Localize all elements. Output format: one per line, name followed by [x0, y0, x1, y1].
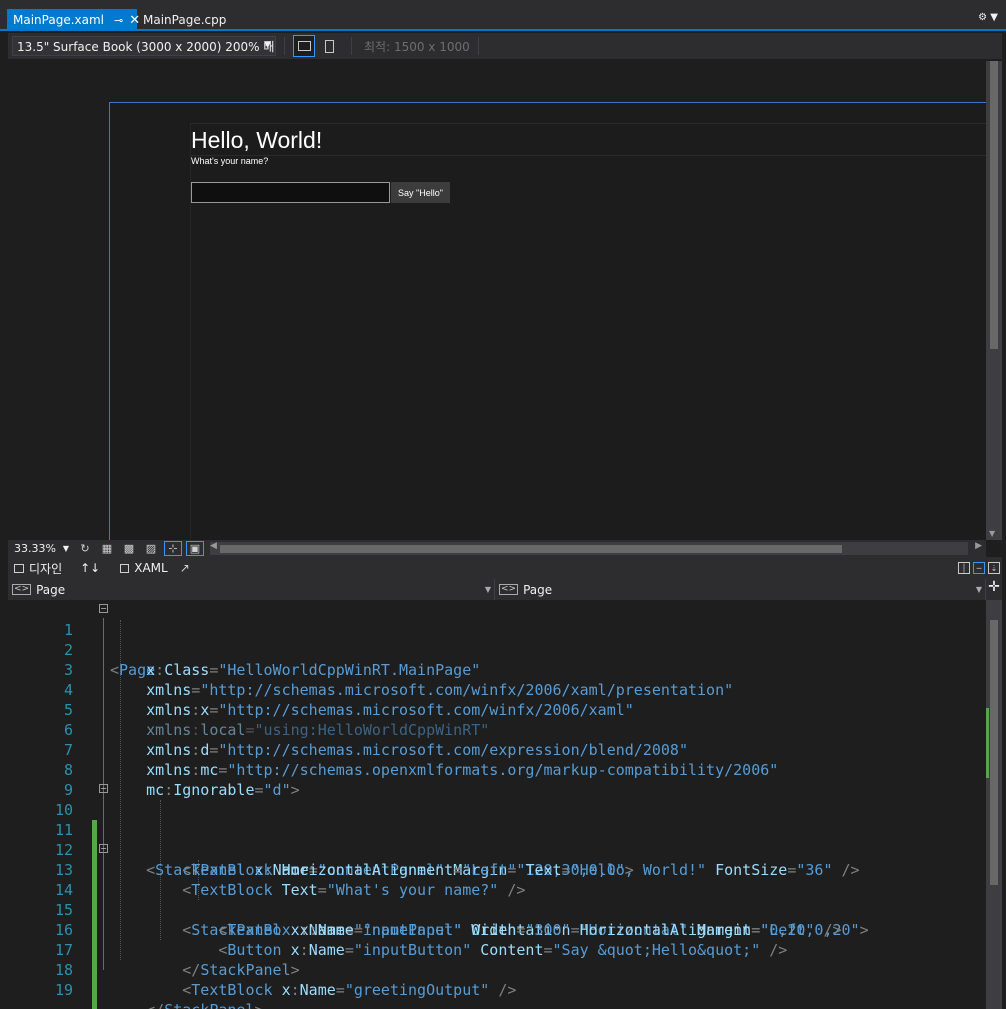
- design-horizontal-scrollbar[interactable]: ◀ ▶: [210, 541, 982, 555]
- landscape-button[interactable]: [293, 35, 315, 57]
- code-line[interactable]: 3 xmlns="http://schemas.microsoft.com/wi…: [8, 640, 986, 699]
- preview-name-input[interactable]: [191, 182, 390, 203]
- pin-icon[interactable]: ⊸: [114, 14, 123, 27]
- zoom-bar: 33.33% ▼ ↻ ▦ ▩ ▨ ⊹ ▣ ◀ ▶: [8, 540, 986, 557]
- document-tab-strip: MainPage.xaml ⊸ ✕ MainPage.cpp ⚙ ▼: [0, 0, 1006, 31]
- code-line[interactable]: 2 x:Class="HelloWorldCppWinRT.MainPage": [8, 620, 986, 679]
- scroll-thumb[interactable]: [220, 545, 842, 553]
- grid-icon[interactable]: ▦: [98, 541, 116, 556]
- preview-title-text[interactable]: Hello, World!: [191, 127, 322, 154]
- tab-overflow-icon[interactable]: ⚙ ▼: [978, 12, 998, 23]
- code-line[interactable]: 1 − <Page: [8, 600, 986, 679]
- landscape-icon: [297, 41, 311, 51]
- split-view-bar: 디자인 ↑↓ XAML ↗ │ ─ ⇣: [8, 557, 1002, 579]
- tab-xaml-label: XAML: [134, 561, 168, 575]
- code-vertical-scrollbar[interactable]: [986, 600, 1002, 1009]
- collapse-icon[interactable]: −: [99, 784, 108, 793]
- change-marker: [92, 980, 97, 1000]
- pane-layout-buttons: │ ─ ⇣: [955, 562, 1000, 574]
- refresh-icon[interactable]: ↻: [76, 541, 94, 556]
- xaml-code-editor[interactable]: 1 − <Page 2 x:Class="HelloWorldCppWinRT.…: [8, 600, 986, 1009]
- design-vertical-scrollbar[interactable]: ▼: [986, 61, 1002, 540]
- tab-design[interactable]: 디자인: [8, 557, 68, 579]
- code-line[interactable]: 12 <TextBlock Text="What's your name?" /…: [8, 820, 986, 899]
- portrait-icon: [324, 39, 334, 53]
- layout-guide: [190, 155, 986, 156]
- scroll-left-icon[interactable]: ◀: [210, 541, 217, 551]
- collapse-icon[interactable]: −: [99, 604, 108, 613]
- zoom-value: 33.33%: [14, 542, 56, 555]
- code-line[interactable]: 14 <TextBox x:Name="nameInput" Width="30…: [8, 860, 986, 939]
- portrait-button[interactable]: [318, 35, 340, 57]
- code-navigation-bar: <> Page ▼ <> Page ▼: [8, 579, 986, 600]
- tab-design-label: 디자인: [29, 561, 63, 576]
- code-line[interactable]: 13 − <StackPanel x:Name="inputPanel" Ori…: [8, 840, 986, 939]
- code-line[interactable]: 8 mc:Ignorable="d">: [8, 740, 986, 799]
- xaml-icon: [120, 563, 130, 573]
- design-icon: [14, 563, 24, 573]
- tab-label: MainPage.cpp: [143, 13, 227, 27]
- zoom-select[interactable]: 33.33% ▼: [10, 541, 72, 556]
- project-code-icon[interactable]: ▣: [186, 541, 204, 556]
- toolbar-divider: [284, 37, 285, 55]
- design-surface[interactable]: Hello, World! What's your name? Say "Hel…: [8, 61, 986, 540]
- code-line[interactable]: 4 xmlns:x="http://schemas.microsoft.com/…: [8, 660, 986, 719]
- chevron-down-icon: ▼: [62, 544, 69, 553]
- split-editor-icon[interactable]: ✛: [986, 579, 1002, 600]
- popout-xaml-icon[interactable]: ↗: [180, 561, 190, 575]
- code-line[interactable]: 11 <TextBlock HorizontalAlignment="Left"…: [8, 800, 986, 879]
- snap-lines-icon[interactable]: ⊹: [164, 541, 182, 556]
- code-line[interactable]: 10 − <StackPanel x:Name="contentPanel" M…: [8, 780, 986, 879]
- collapse-icon[interactable]: −: [99, 844, 108, 853]
- scroll-down-icon[interactable]: ▼: [989, 529, 995, 538]
- element-member-value: Page: [523, 582, 553, 597]
- scroll-right-icon[interactable]: ▶: [975, 541, 982, 551]
- code-line[interactable]: 19 </Page>: [8, 960, 986, 1009]
- device-select-value: 13.5" Surface Book (3000 x 2000) 200% 배율: [17, 39, 276, 54]
- chevron-down-icon: ▼: [264, 40, 271, 50]
- chevron-down-icon: ▼: [975, 585, 982, 594]
- tab-mainpage-xaml[interactable]: MainPage.xaml ⊸ ✕: [7, 9, 140, 31]
- code-line[interactable]: 9: [8, 760, 986, 799]
- checkerboard-icon[interactable]: ▨: [142, 541, 160, 556]
- line-number: 19: [54, 981, 73, 999]
- element-member-select[interactable]: <> Page ▼: [495, 579, 986, 600]
- scroll-thumb[interactable]: [990, 620, 998, 885]
- element-scope-value: Page: [36, 582, 66, 597]
- code-line[interactable]: 17 <TextBlock x:Name="greetingOutput" />: [8, 920, 986, 999]
- tab-label: MainPage.xaml: [13, 13, 104, 27]
- change-marker: [92, 1000, 97, 1009]
- device-select[interactable]: 13.5" Surface Book (3000 x 2000) 200% 배율…: [12, 36, 276, 56]
- element-scope-select[interactable]: <> Page ▼: [8, 579, 495, 600]
- code-line[interactable]: 6 xmlns:d="http://schemas.microsoft.com/…: [8, 700, 986, 759]
- preview-say-hello-button[interactable]: Say "Hello": [391, 182, 450, 203]
- horizontal-split-icon[interactable]: ─: [973, 562, 985, 574]
- toolbar-divider: [351, 37, 352, 55]
- toolbar-divider: [477, 37, 479, 55]
- vertical-split-icon[interactable]: │: [958, 562, 970, 574]
- code-line[interactable]: 15 <Button x:Name="inputButton" Content=…: [8, 880, 986, 959]
- tab-xaml[interactable]: XAML: [114, 557, 173, 579]
- layout-guide: [190, 123, 986, 124]
- tab-mainpage-cpp[interactable]: MainPage.cpp: [137, 9, 227, 31]
- fit-size-label: 최적: 1500 x 1000: [364, 39, 470, 54]
- snap-grid-icon[interactable]: ▩: [120, 541, 138, 556]
- artboard[interactable]: Hello, World! What's your name? Say "Hel…: [109, 102, 986, 540]
- collapse-pane-icon[interactable]: ⇣: [988, 562, 1000, 574]
- change-overview-marker: [986, 708, 989, 778]
- code-line[interactable]: 7 xmlns:mc="http://schemas.openxmlformat…: [8, 720, 986, 779]
- scroll-thumb[interactable]: [990, 61, 998, 349]
- chevron-down-icon: ▼: [484, 585, 491, 594]
- code-line[interactable]: 18 </StackPanel>: [8, 940, 986, 1009]
- code-line[interactable]: 16 </StackPanel>: [8, 900, 986, 979]
- code-text: <TextBlock x:Name="greetingOutput" />: [182, 981, 517, 999]
- preview-question-text[interactable]: What's your name?: [191, 156, 268, 166]
- element-icon: <>: [12, 584, 32, 595]
- code-text: </StackPanel>: [110, 1000, 263, 1009]
- swap-panes-icon[interactable]: ↑↓: [80, 561, 100, 575]
- element-icon: <>: [499, 584, 519, 595]
- code-line[interactable]: 5 xmlns:local="using:HelloWorldCppWinRT": [8, 680, 986, 739]
- designer-toolbar: 13.5" Surface Book (3000 x 2000) 200% 배율…: [8, 33, 1002, 59]
